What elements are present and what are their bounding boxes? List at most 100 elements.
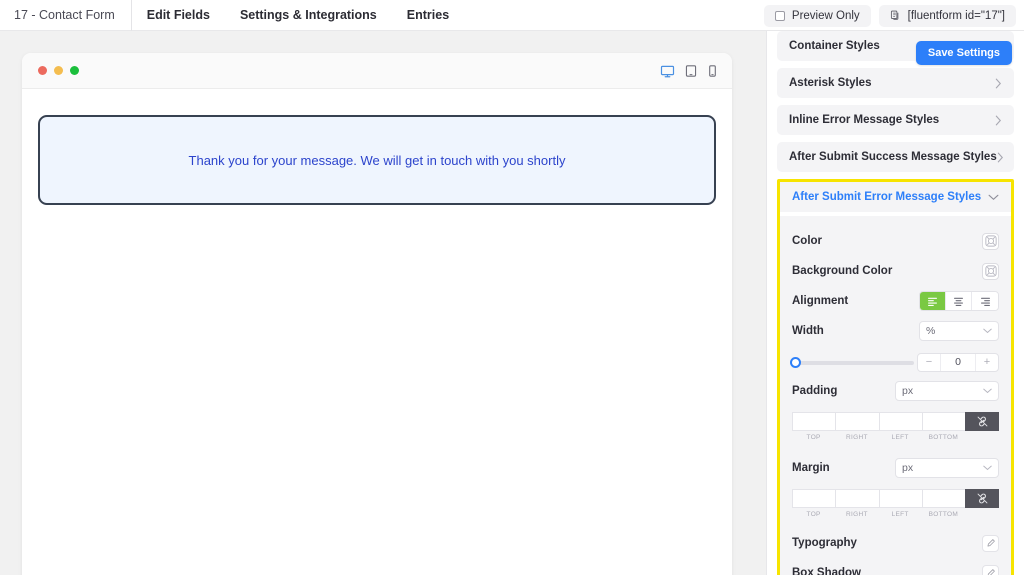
accordion-label: Asterisk Styles: [789, 77, 872, 89]
tablet-icon[interactable]: [684, 64, 698, 78]
align-right-icon[interactable]: [972, 292, 998, 310]
chevron-right-icon: [997, 152, 1004, 163]
after-submit-error-message-settings: Color Background Color Alignment Width %…: [780, 216, 1011, 575]
width-value[interactable]: 0: [940, 354, 976, 371]
field-label: Alignment: [792, 295, 849, 307]
padding-left-cell: LEFT: [878, 412, 922, 441]
align-center-icon[interactable]: [946, 292, 972, 310]
chevron-down-icon: [983, 463, 992, 473]
styles-accordion-list: Container Styles Asterisk Styles Inline …: [767, 31, 1024, 575]
margin-right-input[interactable]: [835, 489, 879, 508]
chevron-down-icon: [983, 326, 992, 336]
margin-right-caption: RIGHT: [846, 511, 868, 518]
field-label: Padding: [792, 385, 838, 397]
copy-icon: [890, 10, 901, 21]
preview-only-checkbox[interactable]: [774, 10, 785, 21]
fluentform-style-editor: 17 - Contact Form Edit Fields Settings &…: [0, 0, 1024, 575]
top-bar-actions: Preview Only [fluentform id="17"]: [763, 0, 1016, 31]
tab-entries[interactable]: Entries: [392, 0, 464, 31]
width-unit-value: %: [926, 325, 936, 337]
field-label: Background Color: [792, 265, 893, 277]
tab-edit-fields[interactable]: Edit Fields: [132, 0, 225, 31]
highlighted-section-after-submit-error-message-styles: After Submit Error Message Styles Color: [777, 179, 1014, 575]
width-decrement-button[interactable]: −: [918, 354, 940, 371]
padding-bottom-input[interactable]: [921, 412, 965, 431]
accordion-after-submit-error-message-styles[interactable]: After Submit Error Message Styles: [780, 182, 1011, 212]
form-title: 17 - Contact Form: [0, 0, 132, 31]
window-dots: [38, 66, 79, 75]
preview-window: Thank you for your message. We will get …: [22, 53, 732, 575]
field-margin: Margin px TOP RIGHT LEFT BOTTOM: [792, 453, 999, 518]
pencil-edit-icon[interactable]: [982, 534, 999, 552]
field-width: Width %: [792, 316, 999, 346]
field-label: Box Shadow: [792, 567, 862, 575]
padding-bottom-cell: BOTTOM: [921, 412, 965, 441]
after-submit-error-message-box: Thank you for your message. We will get …: [38, 115, 716, 205]
alignment-button-group: [919, 291, 999, 311]
margin-unlink-icon[interactable]: [965, 489, 999, 508]
color-picker-icon[interactable]: [982, 232, 999, 250]
padding-top-caption: TOP: [806, 434, 821, 441]
chevron-down-icon: [988, 194, 999, 201]
margin-bottom-cell: BOTTOM: [921, 489, 965, 518]
accordion-label: After Submit Error Message Styles: [792, 191, 982, 203]
padding-right-input[interactable]: [835, 412, 879, 431]
accordion-label: Inline Error Message Styles: [789, 114, 940, 126]
shortcode-copy-button[interactable]: [fluentform id="17"]: [878, 4, 1016, 27]
after-submit-error-message-text: Thank you for your message. We will get …: [188, 152, 566, 168]
field-label: Color: [792, 235, 823, 247]
margin-top-input[interactable]: [792, 489, 836, 508]
preview-content: Thank you for your message. We will get …: [22, 89, 732, 205]
accordion-after-submit-success-message-styles[interactable]: After Submit Success Message Styles: [777, 142, 1014, 172]
padding-top-input[interactable]: [792, 412, 836, 431]
top-tabs: Edit Fields Settings & Integrations Entr…: [132, 0, 464, 31]
field-background-color: Background Color: [792, 256, 999, 286]
width-unit-select[interactable]: %: [919, 321, 999, 341]
margin-left-input[interactable]: [878, 489, 922, 508]
margin-unit-select[interactable]: px: [895, 458, 999, 478]
width-control-row: − 0 +: [790, 353, 999, 372]
chevron-right-icon: [995, 115, 1002, 126]
field-label: Margin: [792, 462, 830, 474]
window-maximize-dot: [70, 66, 79, 75]
padding-left-input[interactable]: [878, 412, 922, 431]
align-left-icon[interactable]: [920, 292, 946, 310]
width-slider[interactable]: [790, 356, 914, 368]
field-box-shadow: Box Shadow: [792, 558, 999, 575]
margin-bottom-caption: BOTTOM: [928, 511, 959, 518]
padding-left-caption: LEFT: [891, 434, 909, 441]
shortcode-label: [fluentform id="17"]: [907, 9, 1005, 22]
tab-settings-integrations[interactable]: Settings & Integrations: [225, 0, 392, 31]
padding-unlink-icon[interactable]: [965, 412, 999, 431]
preview-canvas: Thank you for your message. We will get …: [0, 31, 766, 575]
width-slider-handle[interactable]: [790, 356, 801, 368]
mobile-icon[interactable]: [707, 64, 718, 78]
window-close-dot: [38, 66, 47, 75]
field-padding: Padding px TOP RIGHT LEFT BOTTOM: [792, 376, 999, 441]
preview-only-toggle[interactable]: Preview Only: [763, 4, 871, 27]
padding-top-cell: TOP: [792, 412, 836, 441]
save-settings-button[interactable]: Save Settings: [915, 41, 1012, 65]
field-color: Color: [792, 226, 999, 256]
field-label: Width: [792, 325, 824, 337]
accordion-asterisk-styles[interactable]: Asterisk Styles: [777, 68, 1014, 98]
pencil-edit-icon[interactable]: [982, 564, 999, 575]
padding-unit-value: px: [902, 385, 914, 397]
accordion-label: After Submit Success Message Styles: [789, 151, 997, 163]
margin-left-caption: LEFT: [891, 511, 909, 518]
top-bar: 17 - Contact Form Edit Fields Settings &…: [0, 0, 1024, 31]
padding-header-row: Padding px: [792, 376, 999, 406]
width-increment-button[interactable]: +: [976, 354, 998, 371]
accordion-inline-error-message-styles[interactable]: Inline Error Message Styles: [777, 105, 1014, 135]
margin-inputs: TOP RIGHT LEFT BOTTOM: [792, 489, 999, 518]
preview-window-titlebar: [22, 53, 732, 89]
margin-top-caption: TOP: [806, 511, 821, 518]
desktop-icon[interactable]: [660, 64, 675, 79]
field-label: Typography: [792, 537, 857, 549]
field-typography: Typography: [792, 528, 999, 558]
margin-bottom-input[interactable]: [921, 489, 965, 508]
padding-right-cell: RIGHT: [835, 412, 879, 441]
margin-top-cell: TOP: [792, 489, 836, 518]
color-picker-icon[interactable]: [982, 262, 999, 280]
padding-unit-select[interactable]: px: [895, 381, 999, 401]
